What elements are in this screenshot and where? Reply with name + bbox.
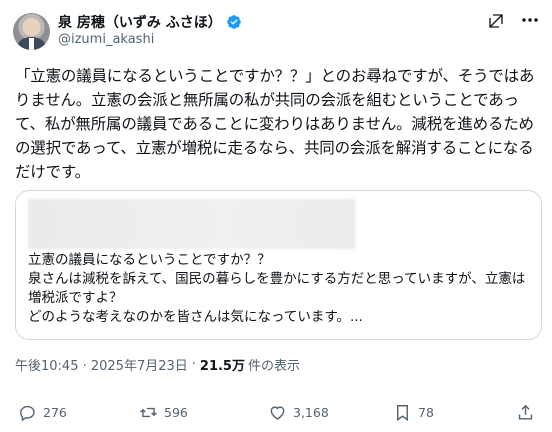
more-icon[interactable] [521,16,539,24]
reply-button[interactable]: 276 [18,403,67,422]
tweet-text: 「立憲の議員になるということですか？？」とのお尋ねですが、そうではありません。立… [15,67,535,181]
like-button[interactable]: 3,168 [268,403,329,422]
action-bar: 276 596 3,168 78 [0,395,552,427]
quoted-post-card[interactable]: 立憲の議員になるということですか？？ 泉さんは減税を訴えて、国民の暮らしを豊かに… [15,190,542,340]
views-label: 件の表示 [247,359,300,374]
share-icon [518,404,533,420]
verified-badge-icon [226,15,241,29]
like-count: 3,168 [293,405,329,420]
views-count: 21.5万 [199,359,245,374]
author-name-row: 泉 房穂（いずみ ふさほ） [58,12,242,32]
reply-count: 276 [43,405,67,420]
user-handle[interactable]: @izumi_akashi [58,32,154,47]
repost-icon [140,407,157,418]
bookmark-count: 78 [418,405,434,420]
bookmark-icon [397,405,408,421]
meta-separator: · [191,357,196,372]
grok-icon[interactable] [487,12,505,30]
avatar-shirt [29,38,34,50]
quoted-post-text: 立憲の議員になるということですか？？ 泉さんは減税を訴えて、国民の暮らしを豊かに… [28,252,526,325]
reply-icon [20,405,35,422]
quoted-post-blurred-header [28,199,355,249]
display-name[interactable]: 泉 房穂（いずみ ふさほ） [58,12,222,32]
share-button[interactable] [516,403,541,422]
repost-count: 596 [164,405,188,420]
bookmark-button[interactable]: 78 [393,403,434,422]
post-timestamp[interactable]: 午後10:45 · 2025年7月23日 [15,355,188,374]
like-icon [270,406,285,420]
post-meta: 午後10:45 · 2025年7月23日 · 21.5万 件の表示 [15,355,300,374]
repost-button[interactable]: 596 [139,403,188,422]
avatar[interactable] [13,13,50,50]
